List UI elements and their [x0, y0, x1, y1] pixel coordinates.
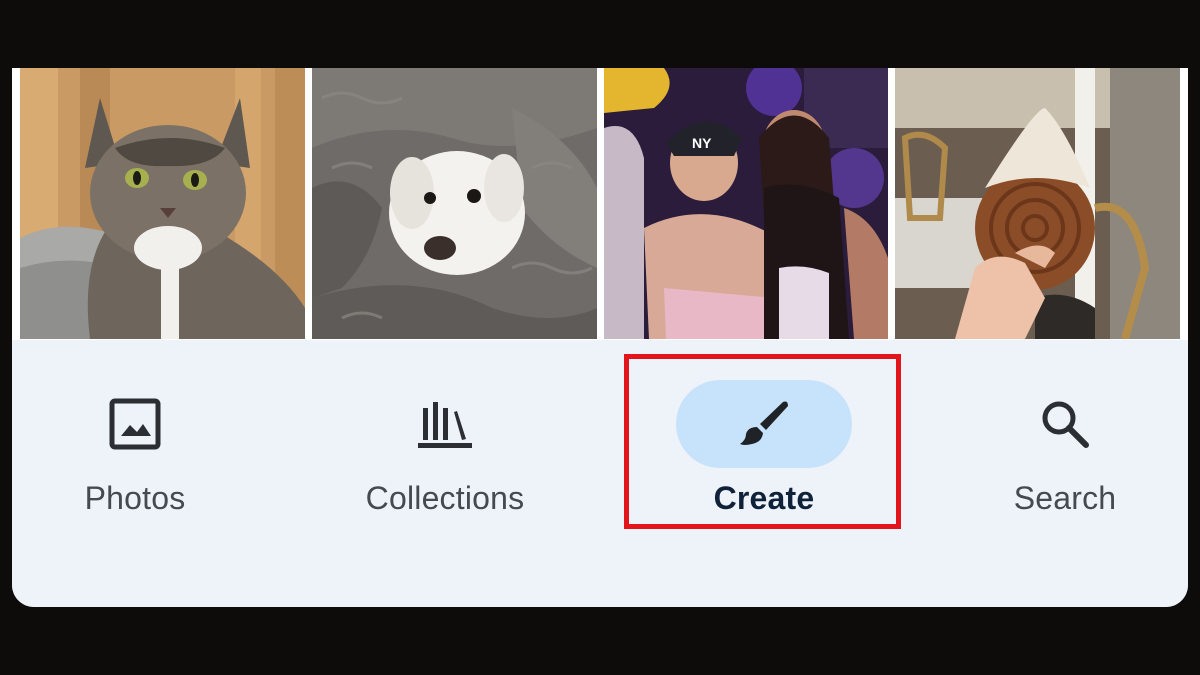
collections-icon: [418, 402, 472, 448]
phone-screen: NY Photos Collections Create Search: [12, 68, 1188, 607]
photo-thumbnail-dog[interactable]: [312, 68, 597, 339]
nav-label-collections: Collections: [365, 480, 525, 516]
cat-image: [20, 68, 305, 339]
photo-thumbnail-pastry[interactable]: [895, 68, 1180, 339]
nav-label-photos: Photos: [84, 480, 186, 516]
pastry-image: [895, 68, 1180, 339]
bottom-letterbox: [0, 607, 1200, 675]
nav-label-create: Create: [713, 480, 815, 516]
photo-thumbnail-party[interactable]: NY: [604, 68, 888, 339]
photo-thumbnail-cat[interactable]: [20, 68, 305, 339]
svg-text:NY: NY: [692, 135, 712, 151]
nav-icon-container: [977, 380, 1153, 468]
paintbrush-icon: [740, 401, 788, 445]
dog-image: [312, 68, 597, 339]
party-image: NY: [604, 68, 888, 339]
nav-label-search: Search: [1013, 480, 1117, 516]
nav-icon-container: [47, 380, 223, 468]
nav-icon-container: [357, 380, 533, 468]
nav-icon-container-active: [676, 380, 852, 468]
search-icon: [1042, 401, 1089, 448]
top-letterbox: [0, 0, 1200, 68]
photo-grid: NY: [12, 68, 1188, 340]
bottom-navigation: Photos Collections Create Search: [12, 340, 1188, 607]
photo-icon: [109, 398, 161, 450]
